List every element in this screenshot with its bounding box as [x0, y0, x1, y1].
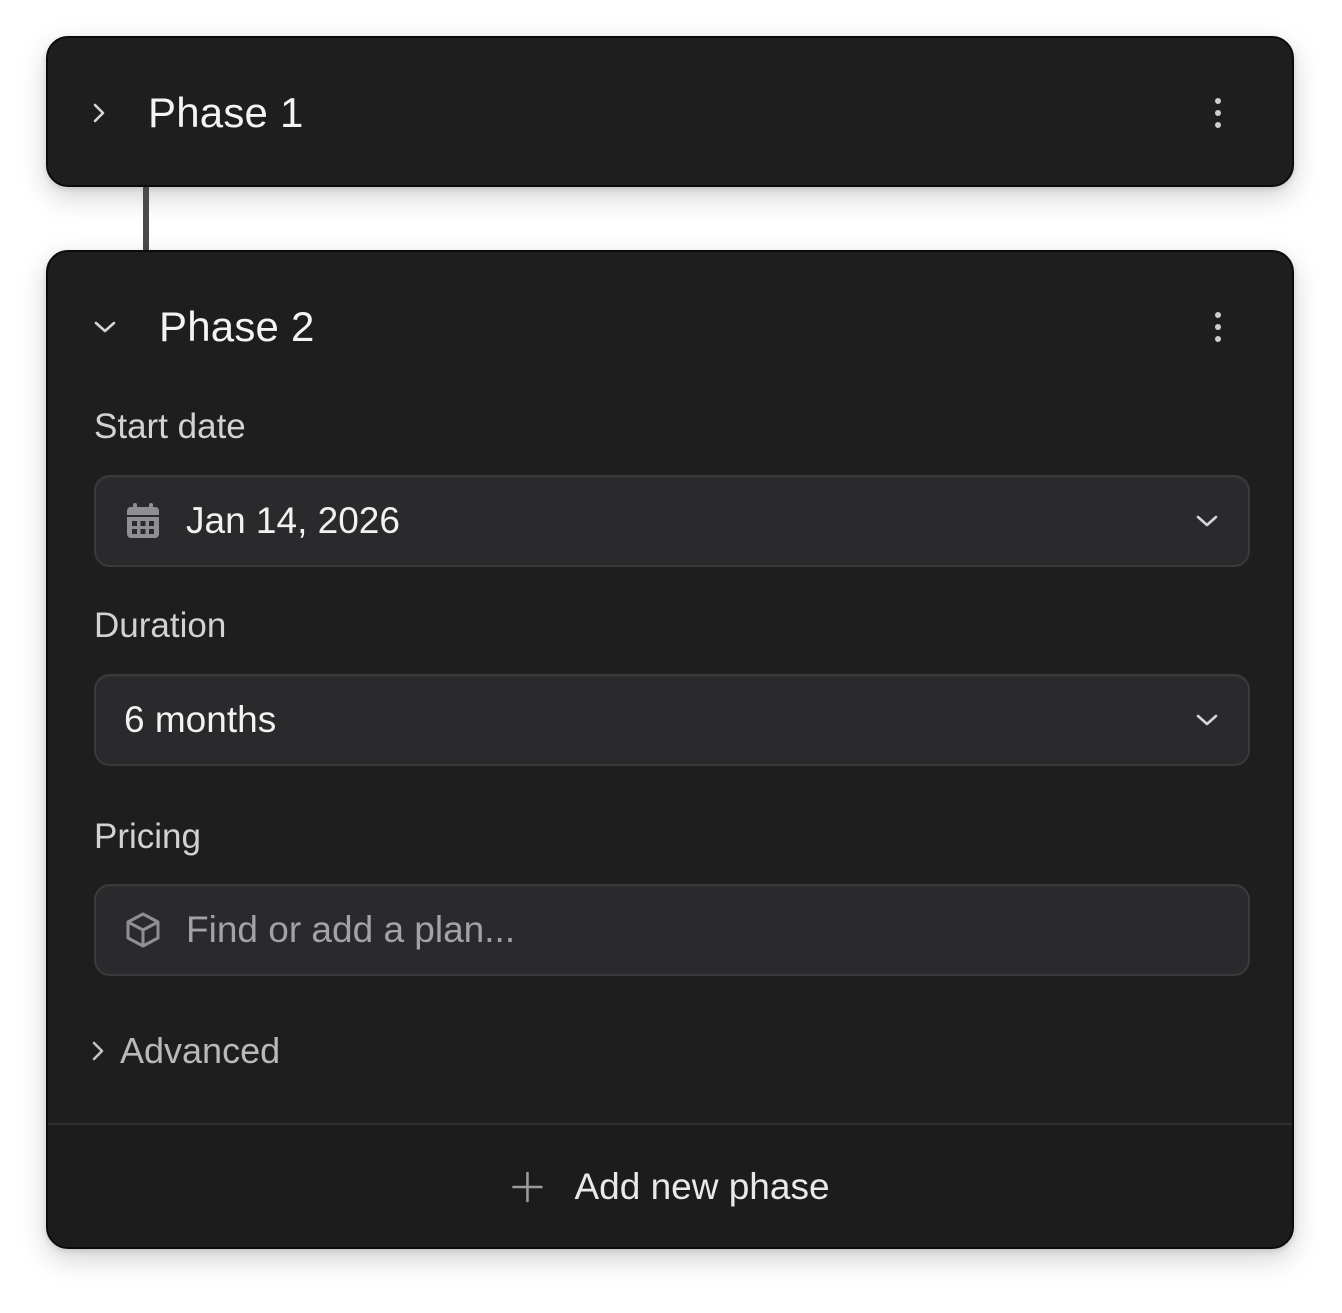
duration-select[interactable]: 6 months	[94, 674, 1250, 766]
start-date-select[interactable]: Jan 14, 2026	[94, 475, 1250, 567]
start-date-label: Start date	[94, 407, 246, 446]
card-footer: Add new phase	[48, 1125, 1292, 1247]
phase-connector-line	[143, 187, 149, 250]
duration-value: 6 months	[124, 699, 277, 740]
phase-2-header[interactable]: Phase 2	[48, 297, 1292, 357]
pricing-search-input[interactable]: Find or add a plan...	[94, 884, 1250, 976]
package-icon	[124, 911, 162, 949]
calendar-icon	[124, 502, 162, 540]
start-date-value: Jan 14, 2026	[186, 500, 400, 541]
chevron-right-icon[interactable]	[84, 98, 114, 128]
advanced-label: Advanced	[120, 1030, 281, 1071]
add-new-phase-label: Add new phase	[574, 1166, 830, 1207]
phase-card-1: Phase 1	[46, 36, 1294, 187]
pricing-placeholder: Find or add a plan...	[186, 909, 516, 950]
chevron-down-icon[interactable]	[90, 312, 120, 342]
phase-card-2: Phase 2 Start date Jan 14, 2026 Duration…	[46, 250, 1294, 1249]
phase-2-title: Phase 2	[159, 303, 315, 350]
chevron-right-icon	[88, 1039, 108, 1063]
phase-2-more-menu-icon[interactable]	[1204, 305, 1232, 349]
plus-icon	[510, 1170, 544, 1204]
add-new-phase-button[interactable]: Add new phase	[510, 1162, 830, 1212]
phase-1-title: Phase 1	[148, 89, 304, 136]
advanced-toggle[interactable]: Advanced	[88, 1027, 280, 1075]
pricing-label: Pricing	[94, 817, 201, 856]
duration-label: Duration	[94, 606, 227, 645]
phase-editor: Phase 1 Phase 2 Start date Jan 14, 2026 …	[0, 0, 1342, 1313]
phase-1-more-menu-icon[interactable]	[1204, 91, 1232, 135]
chevron-down-icon	[1192, 705, 1222, 735]
chevron-down-icon	[1192, 506, 1222, 536]
phase-1-header[interactable]: Phase 1	[48, 83, 1292, 143]
